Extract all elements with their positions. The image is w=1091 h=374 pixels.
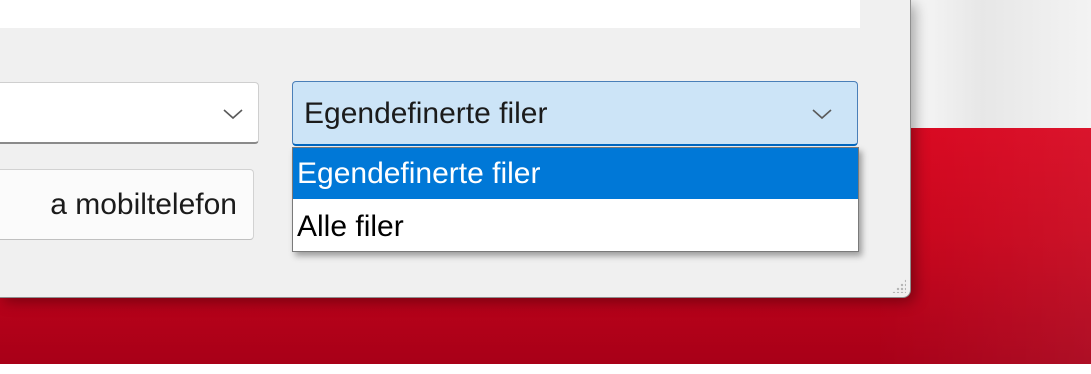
resize-grip-icon[interactable] xyxy=(892,279,906,293)
dropdown-option-custom-files[interactable]: Egendefinerte filer xyxy=(293,148,858,199)
mobile-phone-button[interactable]: a mobiltelefon xyxy=(0,169,254,240)
wallpaper-white-strip xyxy=(0,364,1091,374)
dialog-top-area xyxy=(0,0,860,28)
file-type-selected-value: Egendefinerte filer xyxy=(304,97,548,130)
chevron-down-icon[interactable] xyxy=(811,107,833,121)
filename-combobox[interactable] xyxy=(0,82,259,144)
file-type-dropdown-list: Egendefinerte filer Alle filer xyxy=(292,147,859,252)
file-type-combobox[interactable]: Egendefinerte filer xyxy=(292,81,858,146)
dropdown-option-all-files[interactable]: Alle filer xyxy=(293,201,858,252)
chevron-down-icon[interactable] xyxy=(222,107,244,121)
